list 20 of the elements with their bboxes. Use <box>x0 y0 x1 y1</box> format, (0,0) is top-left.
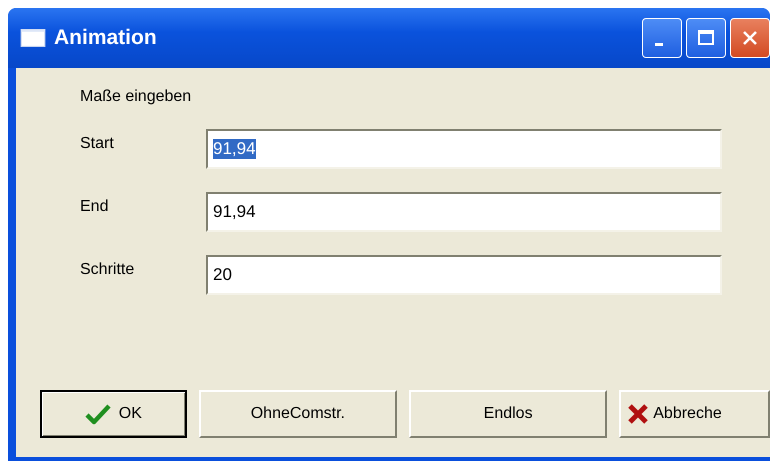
input-field[interactable]: 91,94 <box>206 129 722 169</box>
input-field[interactable]: 20 <box>206 255 722 295</box>
input-field[interactable]: 91,94 <box>206 192 722 232</box>
field-label: Start <box>80 134 115 153</box>
maximize-icon <box>696 28 716 48</box>
dialog-button[interactable]: OhneComstr. <box>198 390 397 438</box>
checkmark-icon <box>84 403 111 425</box>
section-label: Maße eingeben <box>80 88 192 107</box>
field-label: End <box>80 197 110 216</box>
window-icon <box>20 29 46 47</box>
dialog-button[interactable]: Endlos <box>408 390 608 438</box>
cancel-button[interactable]: Abbreche <box>619 390 770 438</box>
field-label: Schritte <box>80 260 136 279</box>
close-button[interactable] <box>730 18 770 58</box>
minimize-button[interactable] <box>642 18 682 58</box>
maximize-button[interactable] <box>686 18 726 58</box>
minimize-icon <box>655 42 663 46</box>
ok-button[interactable]: OK <box>40 390 187 438</box>
cross-icon <box>627 403 650 425</box>
window-title: Animation <box>54 26 157 50</box>
